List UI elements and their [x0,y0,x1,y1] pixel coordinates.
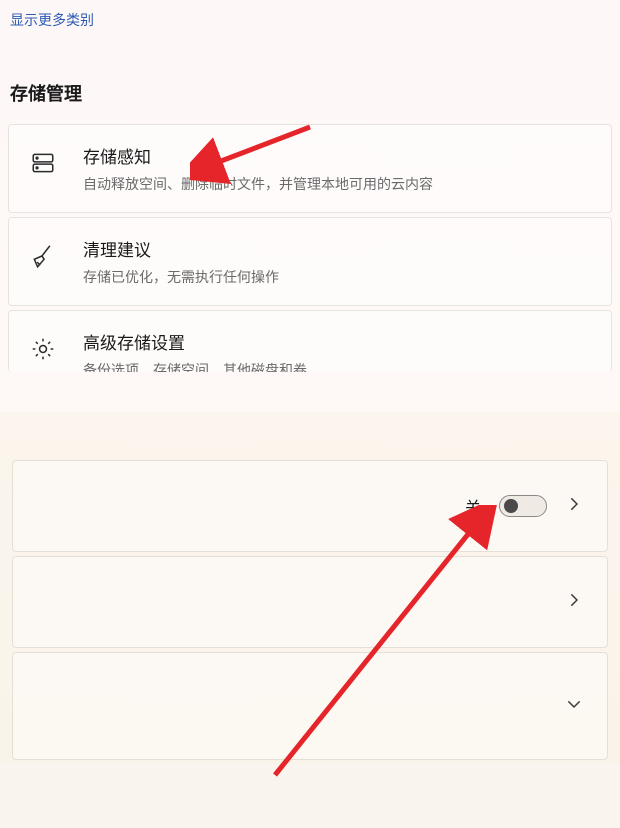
toggle-off-label: 关 [465,494,481,518]
storage-management-heading: 存储管理 [0,40,620,124]
cleanup-title: 清理建议 [83,236,279,261]
broom-icon [27,240,59,272]
chevron-right-icon [565,495,583,518]
storage-sense-subtitle: 自动释放空间、删除临时文件，并管理本地可用的云内容 [83,174,433,194]
toggle-switch[interactable] [499,495,547,517]
advanced-subtitle: 备份选项、存储空间、其他磁盘和卷 [83,360,307,372]
advanced-title: 高级存储设置 [83,329,307,354]
show-more-categories-link[interactable]: 显示更多类别 [0,0,104,40]
chevron-right-icon [565,591,583,614]
settings-panel-dropdown-row[interactable] [12,652,608,760]
storage-sense-row[interactable]: 存储感知 自动释放空间、删除临时文件，并管理本地可用的云内容 [8,124,612,213]
cleanup-recommendations-row[interactable]: 清理建议 存储已优化，无需执行任何操作 [8,217,612,306]
storage-icon [27,147,59,179]
gear-icon [27,333,59,365]
settings-panel-expand-row[interactable] [12,556,608,648]
settings-panel-toggle-row[interactable]: 关 [12,460,608,552]
chevron-down-icon [565,695,583,718]
storage-sense-title: 存储感知 [83,143,433,168]
advanced-storage-settings-row[interactable]: 高级存储设置 备份选项、存储空间、其他磁盘和卷 [8,310,612,372]
cleanup-subtitle: 存储已优化，无需执行任何操作 [83,267,279,287]
